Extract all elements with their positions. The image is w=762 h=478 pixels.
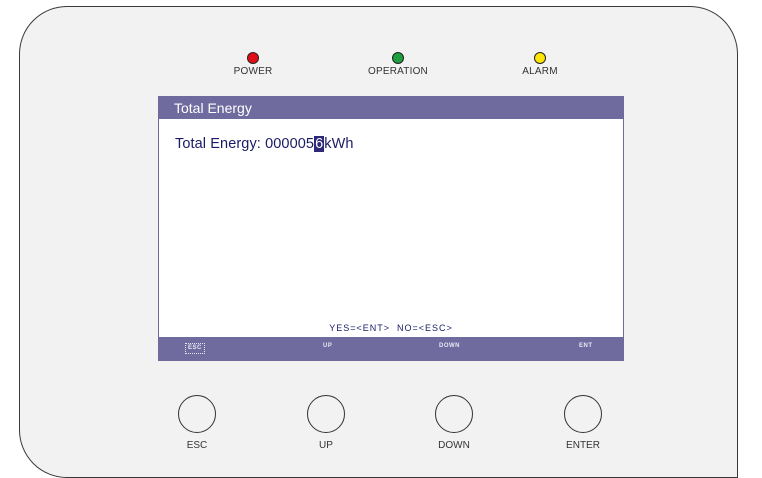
power-label: POWER [233, 66, 273, 77]
down-button-group: DOWN [414, 395, 494, 451]
up-button-label: UP [319, 440, 333, 451]
energy-unit: kWh [324, 136, 354, 152]
softkey-bar: ESC UP DOWN ENT [159, 337, 623, 360]
energy-value-digit: 5 [305, 136, 315, 152]
enter-button-label: ENTER [566, 440, 600, 451]
softkey-ent: ENT [579, 343, 593, 349]
operation-indicator: OPERATION [343, 52, 453, 77]
lcd-screen: Total Energy Total Energy: 0000056kWh YE… [158, 96, 624, 361]
down-button[interactable] [435, 395, 473, 433]
energy-value-cursor[interactable]: 6 [314, 136, 325, 152]
power-led-icon [247, 52, 259, 64]
operation-label: OPERATION [368, 66, 428, 77]
energy-value: 0000056kWh [265, 136, 353, 152]
screen-title: Total Energy [159, 97, 623, 119]
alarm-led-icon [534, 52, 546, 64]
alarm-indicator: ALARM [485, 52, 595, 77]
up-button-group: UP [286, 395, 366, 451]
operation-led-icon [392, 52, 404, 64]
softkey-down: DOWN [439, 343, 460, 349]
power-indicator: POWER [198, 52, 308, 77]
energy-label: Total Energy: [175, 136, 261, 152]
softkey-up: UP [323, 343, 333, 349]
esc-button-label: ESC [186, 440, 208, 451]
confirm-prompt: YES=<ENT> NO=<ESC> [329, 323, 453, 333]
up-button[interactable] [307, 395, 345, 433]
enter-button-group: ENTER [543, 395, 623, 451]
alarm-label: ALARM [522, 66, 558, 77]
enter-button[interactable] [564, 395, 602, 433]
esc-button[interactable] [178, 395, 216, 433]
total-energy-line: Total Energy: 0000056kWh [175, 136, 354, 152]
softkey-esc: ESC [185, 343, 205, 354]
down-button-label: DOWN [438, 440, 470, 451]
energy-value-prefix: 00000 [265, 136, 306, 152]
esc-button-group: ESC [157, 395, 237, 451]
